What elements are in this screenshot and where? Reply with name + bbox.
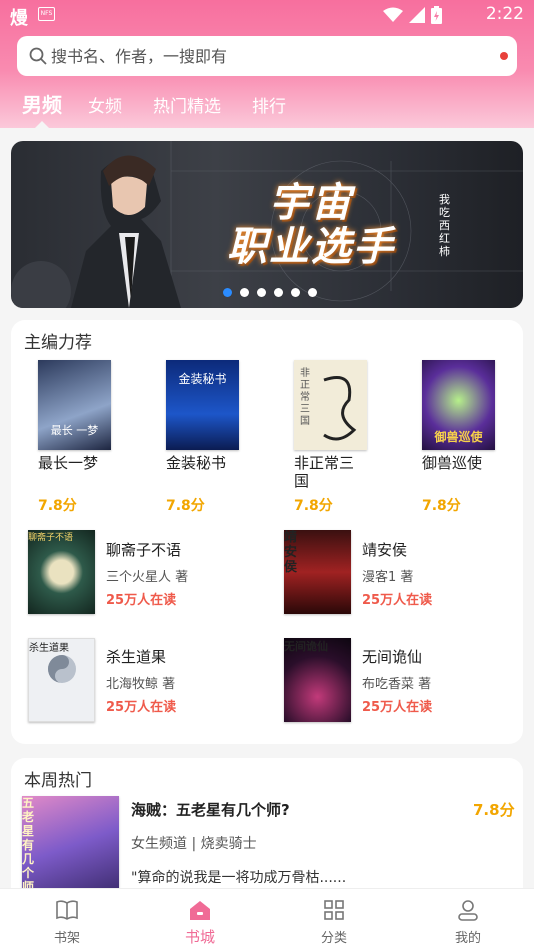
bookstore-icon <box>190 901 210 920</box>
book-author: 北海牧鲸 著 <box>106 677 176 692</box>
book-author: 布吃香菜 著 <box>362 677 432 692</box>
clock: 2:22 <box>485 4 524 24</box>
tab-female[interactable]: 女频 <box>88 92 122 117</box>
carousel-dot[interactable] <box>308 288 317 297</box>
notification-dot <box>500 52 508 60</box>
nav-bookstore[interactable]: 书城 <box>160 889 240 950</box>
nav-category[interactable]: 分类 <box>294 889 374 950</box>
book-title: 无间诡仙 <box>362 648 423 666</box>
nav-label: 我的 <box>454 931 481 946</box>
section-title: 本周热门 <box>24 771 92 791</box>
book-title: 御兽巡使 <box>422 454 483 472</box>
book-score: 7.8分 <box>38 498 77 514</box>
carousel-dot[interactable] <box>240 288 249 297</box>
banner-author: 我吃西红柿 <box>439 193 450 258</box>
nav-label: 分类 <box>320 931 347 946</box>
book-title: 金装秘书 <box>166 454 227 472</box>
book-title: 非正常三国 <box>294 454 355 490</box>
book-score: 7.8分 <box>166 498 205 514</box>
signal-icon <box>409 7 425 23</box>
active-tab-indicator <box>35 121 49 128</box>
featured-section: 主编力荐 最长 一梦 最长一梦 7.8分 金装秘书 金装秘书 7.8分 非正常三… <box>11 320 523 744</box>
book-cover: 无间诡仙 <box>284 638 351 722</box>
nav-bookshelf[interactable]: 书架 <box>27 889 107 950</box>
search-input[interactable] <box>51 46 500 66</box>
book-cover: 聊斋子不语 <box>28 530 95 614</box>
book-cover: 最长 一梦 <box>38 360 111 450</box>
book-readers: 25万人在读 <box>362 593 433 608</box>
book-author: 漫客1 著 <box>362 570 414 585</box>
book-cover: 杀生道果 <box>28 638 95 722</box>
book-description: "算命的说我是一将功成万骨枯...... <box>131 870 347 886</box>
promo-banner[interactable]: 宇宙 职业选手 我吃西红柿 <box>11 141 523 308</box>
tab-ranking[interactable]: 排行 <box>252 92 286 117</box>
book-cover: 御兽巡使 <box>422 360 495 450</box>
bottom-navigation: 书架 书城 分类 我的 <box>0 888 534 950</box>
tab-male[interactable]: 男频 <box>22 89 62 118</box>
battery-icon <box>431 6 442 24</box>
nav-label: 书城 <box>184 928 215 946</box>
book-readers: 25万人在读 <box>106 593 177 608</box>
status-bar: 熳 NFS 2:22 <box>0 0 534 30</box>
book-readers: 25万人在读 <box>106 700 177 715</box>
app-logo: 熳 <box>10 8 28 29</box>
book-title: 杀生道果 <box>106 648 167 666</box>
carousel-dot[interactable] <box>257 288 266 297</box>
carousel-dot[interactable] <box>223 288 232 297</box>
notification-badge-icon: NFS <box>38 7 55 21</box>
wifi-icon <box>383 7 403 22</box>
book-cover: 靖安侯 <box>284 530 351 614</box>
section-title: 主编力荐 <box>24 333 92 353</box>
bookshelf-icon <box>56 900 78 920</box>
search-icon <box>29 47 47 65</box>
profile-icon <box>458 900 478 921</box>
book-score: 7.8分 <box>294 498 333 514</box>
book-title: 聊斋子不语 <box>106 541 182 559</box>
yin-yang-icon <box>48 655 76 683</box>
banner-title: 宇宙 职业选手 <box>227 180 395 270</box>
book-meta: 女生频道 | 烧卖骑士 <box>131 836 257 852</box>
book-title: 最长一梦 <box>38 454 99 472</box>
book-cover: 五老星有几个师 <box>22 796 119 896</box>
book-author: 三个火星人 著 <box>106 570 189 585</box>
nav-label: 书架 <box>53 931 80 946</box>
carousel-dot[interactable] <box>274 288 283 297</box>
nav-profile[interactable]: 我的 <box>428 889 508 950</box>
dragon-illustration <box>323 376 357 441</box>
category-icon <box>324 900 344 920</box>
book-cover: 金装秘书 <box>166 360 239 450</box>
book-title: 靖安侯 <box>362 541 408 559</box>
book-cover: 非正常三国 <box>294 360 367 450</box>
search-bar[interactable] <box>17 36 517 76</box>
book-readers: 25万人在读 <box>362 700 433 715</box>
book-score: 7.8分 <box>473 801 515 819</box>
book-title: 海贼：五老星有几个师? <box>131 801 290 819</box>
carousel-dots <box>223 288 317 297</box>
book-score: 7.8分 <box>422 498 461 514</box>
tab-hot-picks[interactable]: 热门精选 <box>153 92 221 117</box>
channel-tabs: 男频 女频 热门精选 排行 <box>0 88 534 118</box>
carousel-dot[interactable] <box>291 288 300 297</box>
status-icons <box>383 6 442 24</box>
